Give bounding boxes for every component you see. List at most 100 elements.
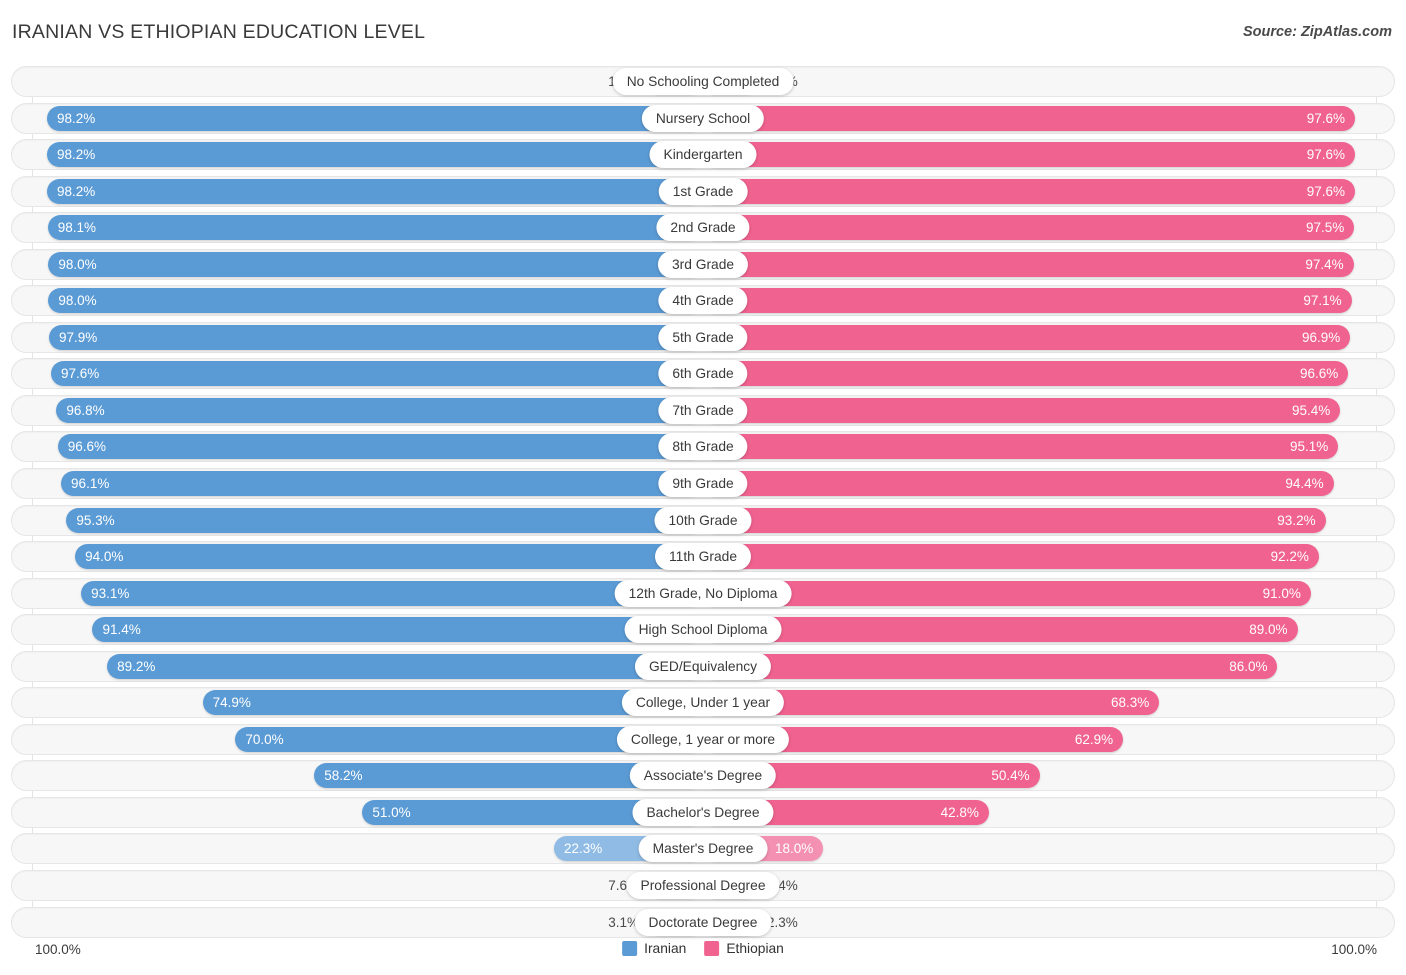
legend-swatch-icon xyxy=(704,941,720,956)
category-label[interactable]: College, Under 1 year xyxy=(621,689,785,717)
value-label-iranian: 74.9% xyxy=(212,695,251,711)
bar-iranian[interactable] xyxy=(47,105,703,131)
value-label-ethiopian: 89.0% xyxy=(1249,622,1288,638)
category-label[interactable]: 5th Grade xyxy=(658,323,748,351)
bar-ethiopian[interactable] xyxy=(703,105,1355,131)
chart-row: 97.9% 96.9% 5th Grade xyxy=(11,321,1395,353)
bar-iranian[interactable] xyxy=(47,178,703,204)
category-label[interactable]: 11th Grade xyxy=(654,543,752,571)
value-label-iranian: 70.0% xyxy=(245,731,284,747)
bar-iranian[interactable] xyxy=(49,324,703,350)
category-label[interactable]: 1st Grade xyxy=(658,177,748,205)
category-label[interactable]: 8th Grade xyxy=(658,433,748,461)
category-label[interactable]: No Schooling Completed xyxy=(612,68,794,95)
value-label-iranian: 93.1% xyxy=(91,585,130,601)
value-label-iranian: 98.2% xyxy=(57,147,96,163)
chart-row: 70.0% 62.9% College, 1 year or more xyxy=(11,723,1395,755)
chart-row: 91.4% 89.0% High School Diploma xyxy=(11,614,1395,646)
category-label[interactable]: 2nd Grade xyxy=(656,214,750,242)
chart-row: 98.0% 97.1% 4th Grade xyxy=(11,285,1395,317)
chart-row: 96.8% 95.4% 7th Grade xyxy=(11,394,1395,426)
bar-ethiopian[interactable] xyxy=(703,142,1355,168)
bar-ethiopian[interactable] xyxy=(703,324,1351,350)
chart-row: 58.2% 50.4% Associate's Degree xyxy=(11,760,1395,792)
value-label-iranian: 96.6% xyxy=(67,439,106,455)
bar-ethiopian[interactable] xyxy=(703,580,1311,606)
bar-iranian[interactable] xyxy=(47,142,703,168)
category-label[interactable]: Nursery School xyxy=(641,104,765,132)
legend-label: Iranian xyxy=(644,941,687,956)
bar-iranian[interactable] xyxy=(51,361,703,387)
value-label-iranian: 94.0% xyxy=(85,549,124,565)
value-label-ethiopian: 18.0% xyxy=(774,841,814,857)
bar-iranian[interactable] xyxy=(81,580,703,606)
bar-iranian[interactable] xyxy=(92,617,703,643)
source-attribution: Source: ZipAtlas.com xyxy=(1242,24,1392,40)
category-label[interactable]: Associate's Degree xyxy=(629,762,777,790)
value-label-ethiopian: 92.2% xyxy=(1270,549,1309,565)
legend-item[interactable]: Ethiopian xyxy=(704,941,784,956)
category-label[interactable]: High School Diploma xyxy=(624,616,782,644)
value-label-iranian: 98.2% xyxy=(57,110,96,126)
category-label[interactable]: 7th Grade xyxy=(658,396,748,424)
category-label[interactable]: 10th Grade xyxy=(654,506,752,534)
legend-label: Ethiopian xyxy=(726,941,784,956)
bar-ethiopian[interactable] xyxy=(703,507,1326,533)
value-label-ethiopian: 42.8% xyxy=(940,804,979,820)
bar-ethiopian[interactable] xyxy=(703,544,1319,570)
category-label[interactable]: 12th Grade, No Diploma xyxy=(614,579,792,607)
category-label[interactable]: 9th Grade xyxy=(658,470,748,498)
category-label[interactable]: GED/Equivalency xyxy=(634,652,772,680)
page-header: IRANIAN VS ETHIOPIAN EDUCATION LEVEL Sou… xyxy=(0,0,1406,56)
value-label-iranian: 89.2% xyxy=(117,658,156,674)
bar-iranian[interactable] xyxy=(56,397,703,423)
chart-row: 98.0% 97.4% 3rd Grade xyxy=(11,248,1395,280)
bar-ethiopian[interactable] xyxy=(703,617,1298,643)
bar-iranian[interactable] xyxy=(107,653,703,679)
bar-iranian[interactable] xyxy=(57,434,703,460)
bar-iranian[interactable] xyxy=(48,251,703,277)
bar-iranian[interactable] xyxy=(47,215,703,241)
value-label-iranian: 98.1% xyxy=(57,220,96,236)
bar-ethiopian[interactable] xyxy=(703,361,1349,387)
value-label-iranian: 98.0% xyxy=(58,293,97,309)
bar-ethiopian[interactable] xyxy=(703,178,1355,204)
category-label[interactable]: Kindergarten xyxy=(649,141,757,169)
value-label-ethiopian: 97.5% xyxy=(1306,220,1345,236)
category-label[interactable]: Professional Degree xyxy=(626,872,780,900)
value-label-ethiopian: 97.6% xyxy=(1306,147,1345,163)
category-label[interactable]: Master's Degree xyxy=(638,835,768,863)
bar-ethiopian[interactable] xyxy=(703,215,1355,241)
bar-ethiopian[interactable] xyxy=(703,471,1334,497)
value-label-ethiopian: 95.4% xyxy=(1292,402,1331,418)
bar-iranian[interactable] xyxy=(61,471,703,497)
category-label[interactable]: 6th Grade xyxy=(658,360,748,388)
bar-iranian[interactable] xyxy=(66,507,703,533)
chart-row: 98.2% 97.6% Nursery School xyxy=(11,102,1395,134)
value-label-ethiopian: 96.9% xyxy=(1302,329,1341,345)
category-label[interactable]: College, 1 year or more xyxy=(616,725,790,753)
category-label[interactable]: Bachelor's Degree xyxy=(632,798,774,826)
chart-row: 98.2% 97.6% Kindergarten xyxy=(11,139,1395,171)
legend-swatch-icon xyxy=(622,941,638,956)
category-label[interactable]: 4th Grade xyxy=(658,287,748,315)
category-label[interactable]: Doctorate Degree xyxy=(634,908,772,936)
value-label-iranian: 91.4% xyxy=(102,622,141,638)
bar-iranian[interactable] xyxy=(75,544,703,570)
chart-row: 22.3% 18.0% Master's Degree xyxy=(11,833,1395,865)
bar-iranian[interactable] xyxy=(48,288,703,314)
category-label[interactable]: 3rd Grade xyxy=(657,250,749,278)
bar-ethiopian[interactable] xyxy=(703,434,1339,460)
value-label-ethiopian: 68.3% xyxy=(1110,695,1150,711)
bar-ethiopian[interactable] xyxy=(703,251,1354,277)
value-label-ethiopian: 97.6% xyxy=(1306,183,1345,199)
axis-label-left: 100.0% xyxy=(35,942,81,957)
legend-item[interactable]: Iranian xyxy=(622,941,686,956)
bar-ethiopian[interactable] xyxy=(703,397,1341,423)
chart-row: 96.6% 95.1% 8th Grade xyxy=(11,431,1395,463)
chart-row: 95.3% 93.2% 10th Grade xyxy=(11,504,1395,536)
chart-row: 3.1% 2.3% Doctorate Degree xyxy=(11,906,1395,938)
value-label-ethiopian: 95.1% xyxy=(1290,439,1329,455)
bar-ethiopian[interactable] xyxy=(703,288,1352,314)
bar-ethiopian[interactable] xyxy=(703,653,1278,679)
